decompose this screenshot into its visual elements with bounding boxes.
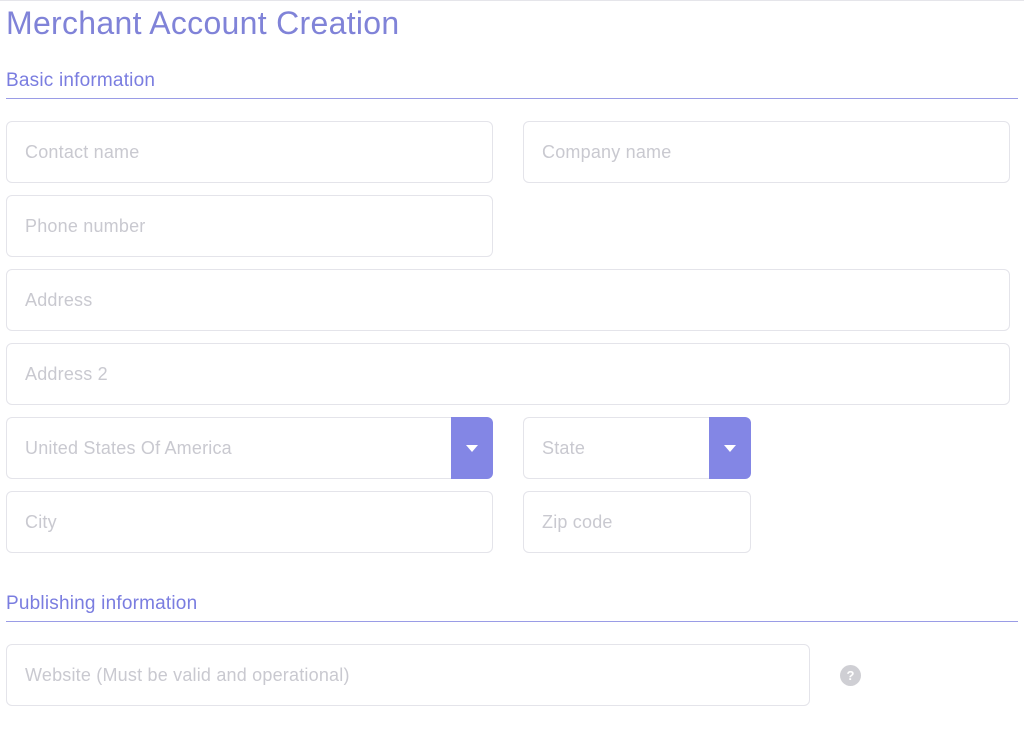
contact-name-input[interactable] xyxy=(6,121,493,183)
help-icon[interactable]: ? xyxy=(840,665,861,686)
chevron-down-icon xyxy=(724,445,736,452)
page-title: Merchant Account Creation xyxy=(6,5,1018,42)
chevron-down-icon xyxy=(466,445,478,452)
section-basic-title: Basic information xyxy=(6,70,1018,99)
website-input[interactable] xyxy=(6,644,810,706)
state-select[interactable]: State xyxy=(523,417,751,479)
state-select-caret[interactable] xyxy=(709,417,751,479)
address-input[interactable] xyxy=(6,269,1010,331)
city-input[interactable] xyxy=(6,491,493,553)
country-select[interactable]: United States Of America xyxy=(6,417,493,479)
zip-input[interactable] xyxy=(523,491,751,553)
phone-input[interactable] xyxy=(6,195,493,257)
section-publishing-title: Publishing information xyxy=(6,593,1018,622)
state-select-value[interactable]: State xyxy=(523,417,709,479)
country-select-value[interactable]: United States Of America xyxy=(6,417,451,479)
company-name-input[interactable] xyxy=(523,121,1010,183)
country-select-caret[interactable] xyxy=(451,417,493,479)
address2-input[interactable] xyxy=(6,343,1010,405)
